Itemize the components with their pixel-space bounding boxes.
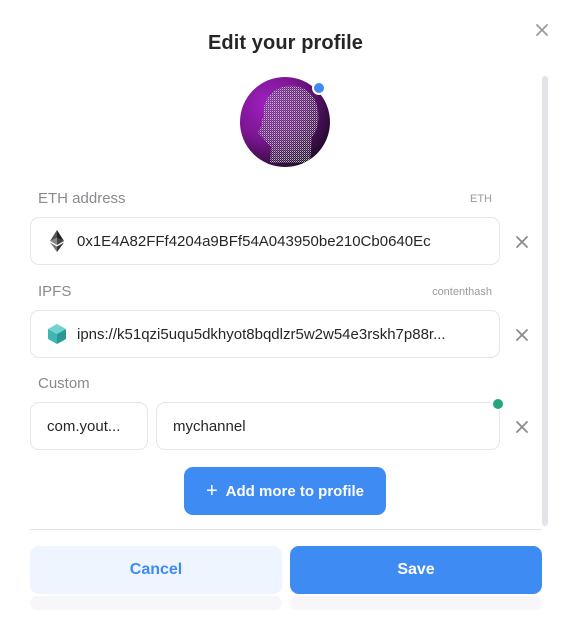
remove-ipfs-icon[interactable] — [514, 327, 530, 343]
cancel-button[interactable]: Cancel — [30, 546, 282, 594]
add-more-button[interactable]: + Add more to profile — [184, 467, 386, 515]
ethereum-icon — [47, 230, 67, 252]
edit-profile-dialog: Edit your profile ETH address ETH 0x1E4A… — [0, 0, 571, 623]
custom-key-value: com.yout... — [47, 417, 121, 435]
remove-eth-icon[interactable] — [514, 234, 530, 250]
custom-value-text: mychannel — [173, 417, 246, 435]
dialog-title: Edit your profile — [207, 32, 364, 54]
eth-address-field[interactable]: 0x1E4A82FFf4204a9BFf54A043950be210Cb0640… — [30, 217, 500, 265]
add-more-label: Add more to profile — [225, 482, 365, 500]
custom-status-dot — [491, 397, 505, 411]
custom-key-field[interactable]: com.yout... — [30, 402, 148, 450]
custom-value-field[interactable]: mychannel — [156, 402, 500, 450]
save-button-shadow — [290, 596, 542, 610]
plus-icon: + — [205, 480, 218, 502]
ipfs-field[interactable]: ipns://k51qzi5uqu5dkhyot8bqdlzr5w2w54e3r… — [30, 310, 500, 358]
ipfs-value: ipns://k51qzi5uqu5dkhyot8bqdlzr5w2w54e3r… — [77, 325, 446, 343]
eth-record-type: ETH — [470, 193, 492, 205]
eth-address-value: 0x1E4A82FFf4204a9BFf54A043950be210Cb0640… — [77, 232, 431, 250]
ipfs-section-label: IPFS — [38, 283, 72, 300]
scrollbar-thumb[interactable] — [542, 76, 548, 526]
footer-divider — [30, 529, 542, 530]
save-button[interactable]: Save — [290, 546, 542, 594]
ipfs-record-type: contenthash — [432, 286, 492, 298]
custom-section-label: Custom — [38, 375, 90, 392]
cancel-button-shadow — [30, 596, 282, 610]
ipfs-cube-icon — [47, 324, 67, 344]
eth-section-label: ETH address — [38, 190, 126, 207]
remove-custom-icon[interactable] — [514, 419, 530, 435]
avatar-status-dot — [312, 81, 326, 95]
scrollbar[interactable] — [542, 76, 548, 526]
